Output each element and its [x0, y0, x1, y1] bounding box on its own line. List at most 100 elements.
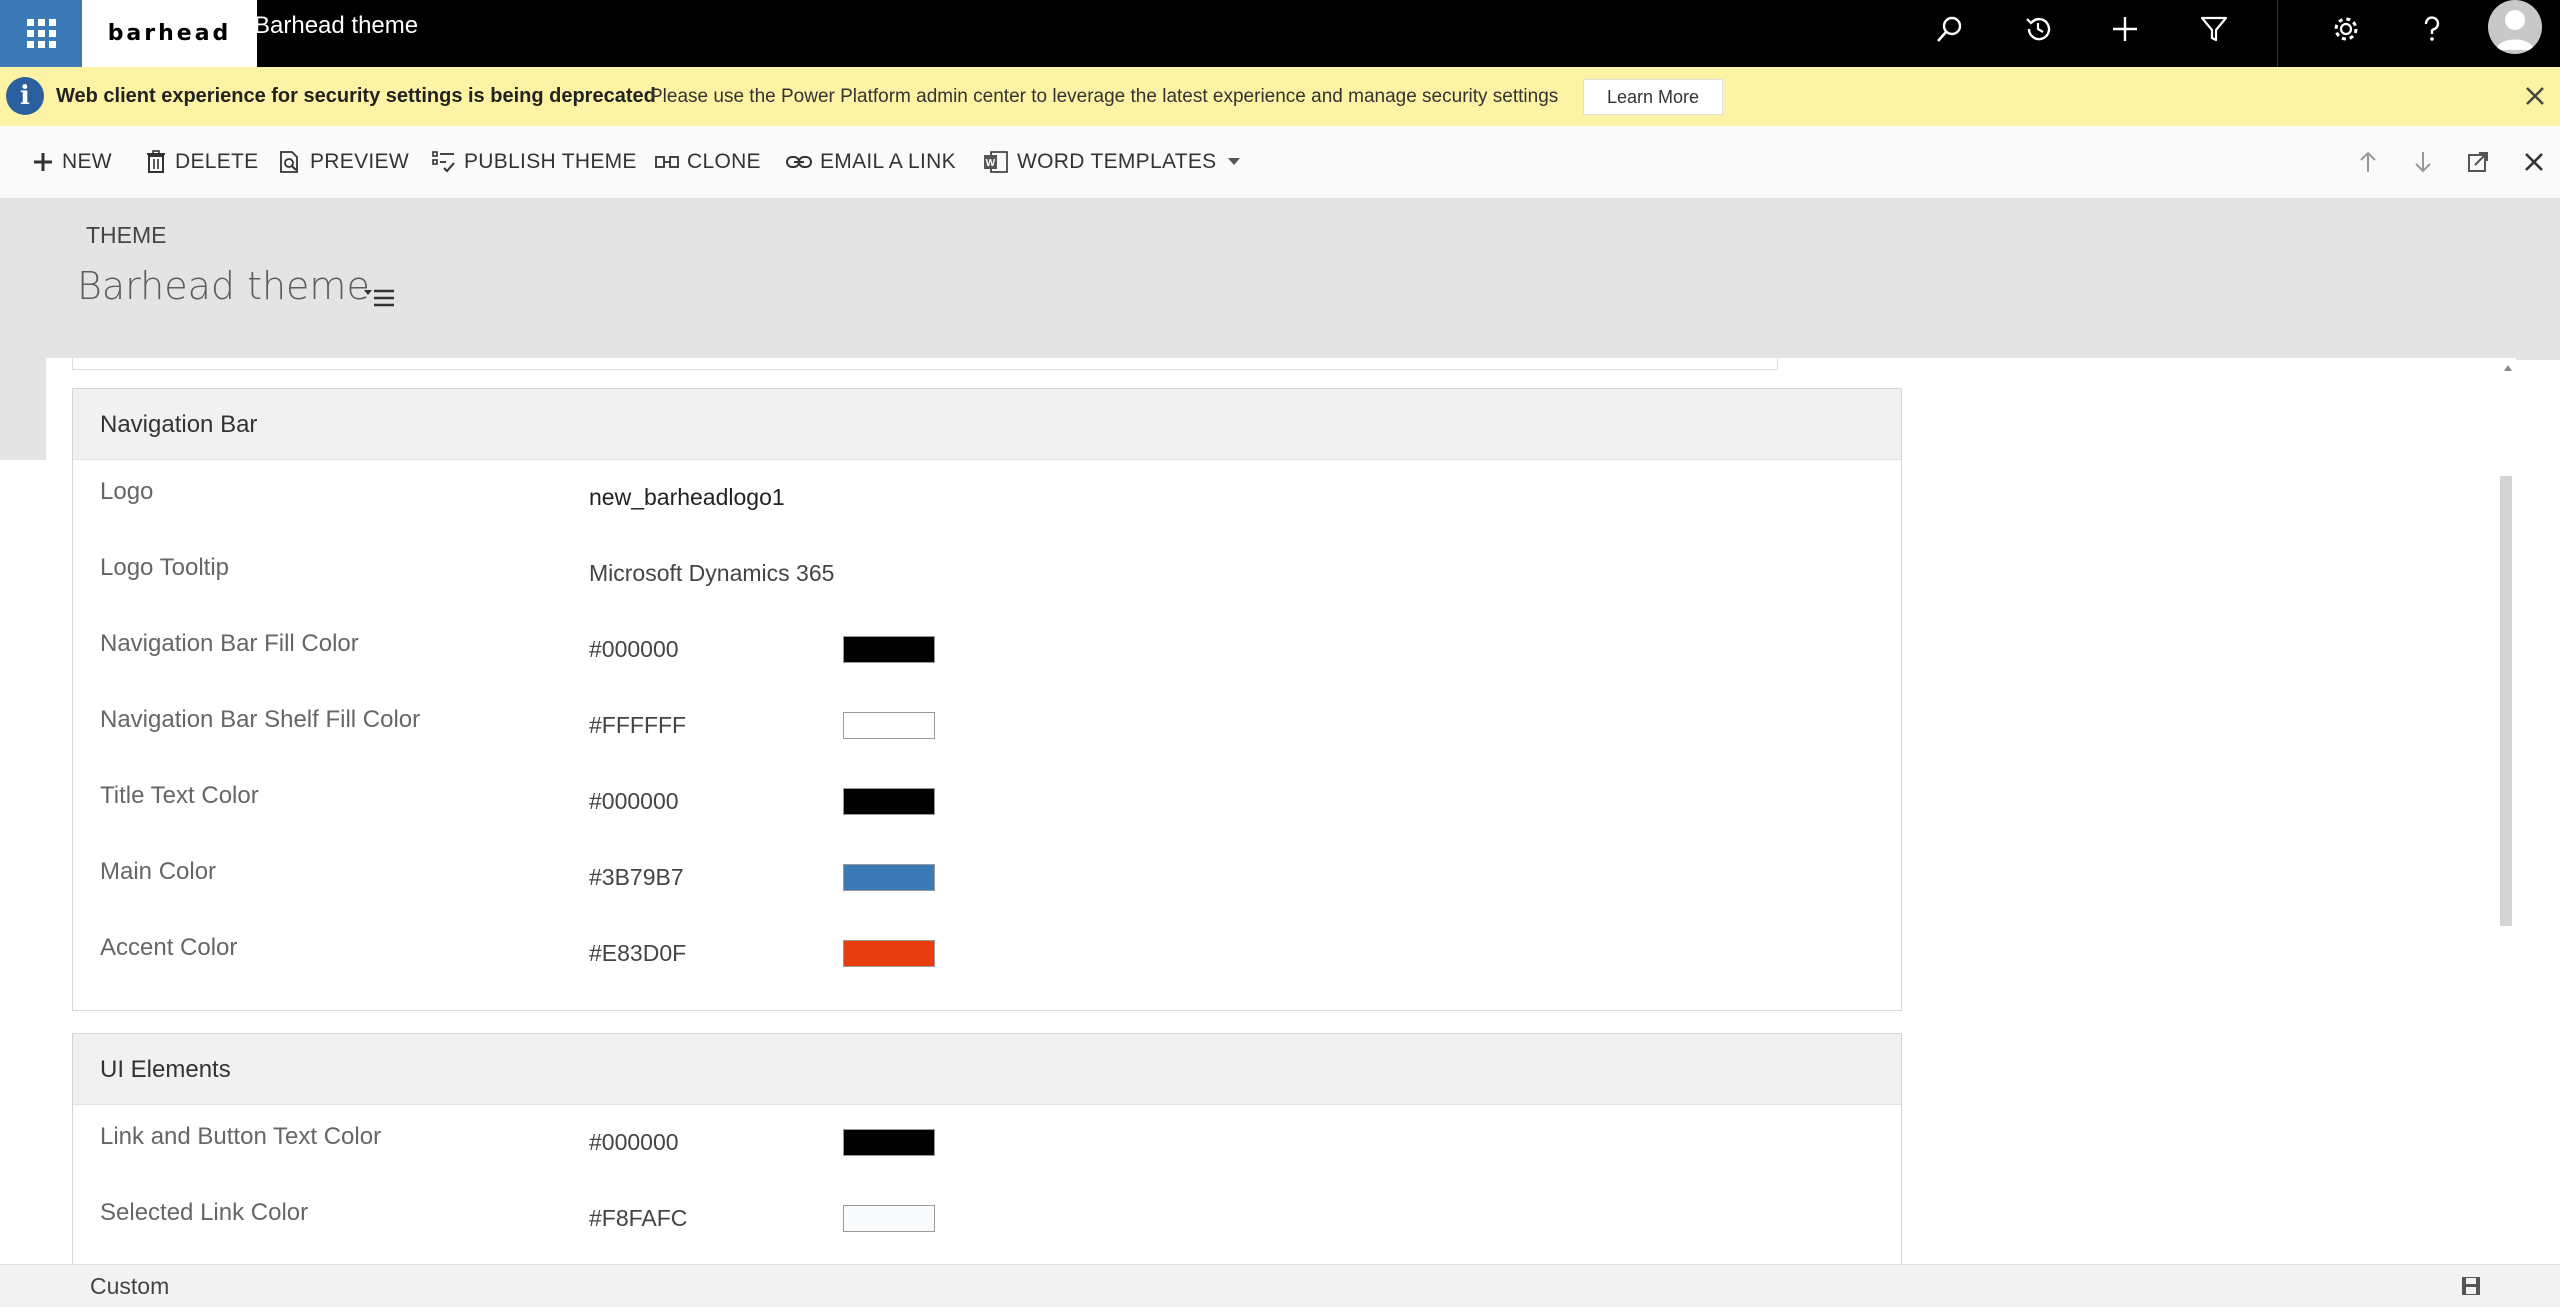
learn-more-button[interactable]: Learn More	[1583, 79, 1723, 115]
clone-button[interactable]: CLONE	[655, 126, 761, 198]
color-swatch	[843, 1129, 935, 1156]
record-header: THEME Barhead theme	[0, 198, 2560, 360]
create-button[interactable]	[2095, 0, 2155, 58]
command-bar: NEW DELETE PREVIEW PUBLISH THEME CLONE E…	[0, 126, 2560, 198]
info-icon: i	[6, 77, 44, 115]
preview-icon	[280, 151, 298, 173]
caret-down-icon	[1228, 158, 1241, 165]
notice-title: Web client experience for security setti…	[56, 85, 656, 107]
color-swatch	[843, 940, 935, 967]
deprecation-notice: i Web client experience for security set…	[0, 67, 2560, 126]
word-templates-button[interactable]: W WORD TEMPLATES	[983, 126, 1248, 198]
link-icon	[786, 156, 812, 168]
user-avatar[interactable]	[2488, 0, 2542, 54]
field-value[interactable]: #3B79B7	[589, 864, 684, 891]
field-value[interactable]: #000000	[589, 1129, 679, 1156]
field-row-nav-shelf-fill-color[interactable]: Navigation Bar Shelf Fill Color #FFFFFF	[73, 688, 1901, 764]
entity-type-label: THEME	[86, 222, 167, 248]
header-gutter	[0, 360, 46, 460]
help-button[interactable]	[2402, 0, 2462, 58]
next-record-button[interactable]	[2403, 126, 2443, 198]
plus-icon	[2113, 17, 2137, 41]
field-value[interactable]: #000000	[589, 636, 679, 663]
delete-button[interactable]: DELETE	[145, 126, 259, 198]
app-title[interactable]: Barhead theme	[254, 0, 418, 52]
previous-record-button[interactable]	[2348, 126, 2388, 198]
delete-label: DELETE	[175, 150, 259, 173]
field-value[interactable]: #000000	[589, 788, 679, 815]
plus-icon	[34, 153, 52, 171]
publish-theme-label: PUBLISH THEME	[464, 150, 637, 173]
advanced-find-button[interactable]	[2184, 0, 2244, 58]
field-value[interactable]: Microsoft Dynamics 365	[589, 560, 834, 587]
trash-icon	[147, 150, 165, 173]
scroll-up-icon[interactable]	[2502, 362, 2514, 374]
pop-out-icon	[2468, 152, 2488, 172]
color-swatch	[843, 864, 935, 891]
field-value[interactable]: #FFFFFF	[589, 712, 686, 739]
search-button[interactable]	[1920, 0, 1980, 58]
field-row-selected-link-color[interactable]: Selected Link Color #F8FAFC	[73, 1181, 1901, 1257]
field-label: Logo	[100, 478, 154, 505]
field-row-logo-tooltip[interactable]: Logo Tooltip Microsoft Dynamics 365	[73, 536, 1901, 612]
close-record-button[interactable]	[2514, 126, 2554, 198]
status-footer: Custom	[0, 1264, 2560, 1307]
clone-label: CLONE	[687, 150, 761, 173]
form-selector-button[interactable]	[364, 282, 398, 310]
clone-icon	[655, 156, 679, 168]
field-label: Link and Button Text Color	[100, 1123, 382, 1150]
ui-elements-section: UI Elements Link and Button Text Color #…	[72, 1033, 1902, 1264]
preview-label: PREVIEW	[310, 150, 409, 173]
close-icon	[2525, 153, 2543, 171]
notice-message: Please use the Power Platform admin cent…	[650, 86, 1559, 107]
field-label: Main Color	[100, 858, 217, 885]
field-row-link-button-text-color[interactable]: Link and Button Text Color #000000	[73, 1105, 1901, 1181]
navigation-bar-section: Navigation Bar Logo new_barheadlogo1 Log…	[72, 388, 1902, 1011]
form-body: Navigation Bar Logo new_barheadlogo1 Log…	[46, 358, 2516, 1264]
field-label: Accent Color	[100, 934, 238, 961]
svg-text:W: W	[986, 158, 996, 169]
field-label: Title Text Color	[100, 782, 259, 809]
brand-logo[interactable]: barhead	[82, 0, 257, 67]
recent-button[interactable]	[2008, 0, 2068, 58]
publish-theme-button[interactable]: PUBLISH THEME	[432, 126, 637, 198]
field-row-logo[interactable]: Logo new_barheadlogo1	[73, 460, 1901, 536]
record-title: Barhead theme	[77, 264, 370, 308]
logo-text: barhead	[107, 21, 232, 46]
app-launcher-button[interactable]	[0, 0, 82, 67]
close-icon	[2526, 87, 2544, 105]
save-button[interactable]	[2460, 1275, 2482, 1297]
color-swatch	[843, 1205, 935, 1232]
field-row-nav-fill-color[interactable]: Navigation Bar Fill Color #000000	[73, 612, 1901, 688]
gear-icon	[2334, 17, 2358, 41]
section-heading: UI Elements	[73, 1034, 1901, 1105]
record-status: Custom	[90, 1273, 170, 1299]
field-label: Navigation Bar Fill Color	[100, 630, 359, 657]
top-nav-bar: barhead Barhead theme	[0, 0, 2560, 67]
previous-section-edge	[72, 358, 1778, 370]
field-row-main-color[interactable]: Main Color #3B79B7	[73, 840, 1901, 916]
waffle-icon	[26, 19, 56, 48]
publish-icon	[432, 151, 455, 173]
field-row-accent-color[interactable]: Accent Color #E83D0F	[73, 916, 1901, 992]
new-button[interactable]: NEW	[32, 126, 112, 198]
topbar-divider	[2277, 0, 2278, 67]
field-value[interactable]: #F8FAFC	[589, 1205, 687, 1232]
field-value[interactable]: new_barheadlogo1	[589, 484, 785, 511]
arrow-up-icon	[2360, 151, 2376, 172]
email-link-button[interactable]: EMAIL A LINK	[786, 126, 956, 198]
field-row-title-text-color[interactable]: Title Text Color #000000	[73, 764, 1901, 840]
new-label: NEW	[62, 150, 112, 173]
field-label: Logo Tooltip	[100, 554, 229, 581]
history-icon	[2026, 17, 2051, 41]
scrollbar-thumb[interactable]	[2500, 476, 2512, 926]
preview-button[interactable]: PREVIEW	[278, 126, 409, 198]
color-swatch	[843, 636, 935, 663]
color-swatch	[843, 712, 935, 739]
field-value[interactable]: #E83D0F	[589, 940, 686, 967]
settings-button[interactable]	[2316, 0, 2376, 58]
pop-out-button[interactable]	[2458, 126, 2498, 198]
notice-close-button[interactable]	[2516, 77, 2554, 115]
user-icon	[2496, 10, 2534, 50]
word-icon: W	[984, 151, 1008, 173]
